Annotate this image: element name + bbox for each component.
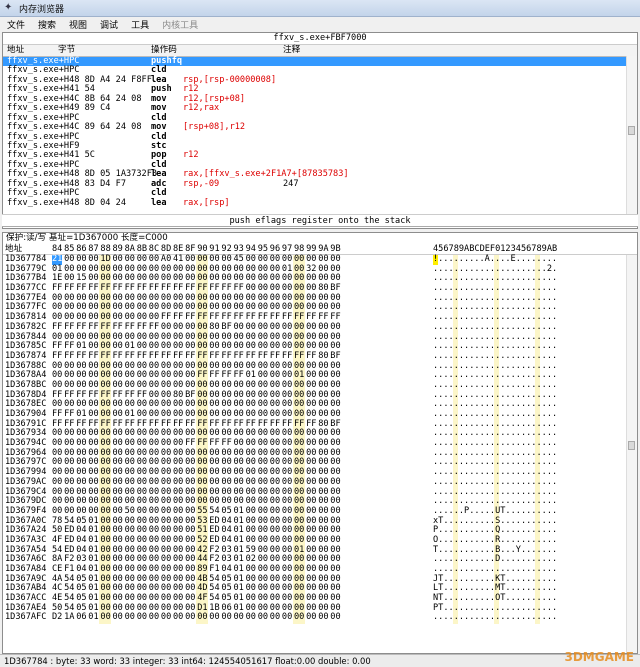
hex-header-column: 84 xyxy=(52,244,63,254)
hex-byte[interactable]: 00 xyxy=(282,613,292,623)
hex-byte[interactable]: 00 xyxy=(330,613,340,623)
title-bar: ✦ 内存浏览器 xyxy=(0,0,640,17)
hex-byte[interactable]: 00 xyxy=(306,613,316,623)
disasm-row[interactable]: ffxv_s.exe+HPC pushfq xyxy=(3,56,637,67)
hex-rows[interactable]: 1D367784 21 00 00 00 1D 00 00 00 00 A0 41 00 00 00 00 45… xyxy=(3,254,637,624)
hex-header-column: 88 xyxy=(100,244,111,254)
hex-scrollbar[interactable] xyxy=(626,255,637,653)
memory-region-info: 保护:读/写 基址=1D367000 长度=C000 xyxy=(6,233,168,243)
hex-byte[interactable]: 00 xyxy=(270,613,280,623)
app-icon: ✦ xyxy=(4,2,13,13)
disasm-row[interactable]: ffxv_s.exe+HPC cld xyxy=(3,132,637,142)
hex-byte[interactable]: D2 xyxy=(52,613,62,623)
disasm-operands: r12 xyxy=(183,150,199,161)
hex-byte[interactable]: 00 xyxy=(258,613,268,623)
disassembler-pane[interactable]: ffxv_s.exe+FBF7000 地址 字节 操作码 注释 ffxv_s.e… xyxy=(2,32,638,229)
hex-row[interactable]: 1D367AFC D2 1A 06 01 00 00 00 00 00 00 00 00 00 00 00 00… xyxy=(3,613,637,623)
hex-header-column: 95 xyxy=(257,244,269,254)
menu-item: 内核工具 xyxy=(162,21,199,31)
status-bar: 1D367784 : byte: 33 word: 33 integer: 33… xyxy=(0,654,640,667)
hex-byte[interactable]: 00 xyxy=(113,613,123,623)
hex-header-column: 8A xyxy=(124,244,135,254)
menu-bar: 文件 搜索 视图 调试 工具 内核工具 xyxy=(0,17,640,31)
hex-byte[interactable]: 00 xyxy=(137,613,147,623)
hex-header-column: 94 xyxy=(245,244,256,254)
disasm-row[interactable]: ffxv_s.exe+H48 8D A4 24 F8FF... lea rsp,[r… xyxy=(3,75,637,85)
hex-header-column: 89 xyxy=(112,244,123,254)
menu-item[interactable]: 工具 xyxy=(124,17,155,31)
watermark-logo: 3DMGAME xyxy=(564,650,634,664)
hex-byte[interactable]: 00 xyxy=(197,613,207,623)
hex-byte[interactable]: 00 xyxy=(161,613,171,623)
ascii-text: ........................ xyxy=(433,612,558,623)
hex-row-address: 1D367AFC xyxy=(5,612,47,623)
hex-header-column: 92 xyxy=(221,244,232,254)
scrollbar-thumb[interactable] xyxy=(628,441,635,450)
hex-header-column: 8E xyxy=(173,244,184,254)
disasm-address: ffxv_s.exe+H48 8D 04 24 xyxy=(7,197,126,208)
hex-header-column: 8B xyxy=(136,244,148,254)
hex-byte[interactable]: 00 xyxy=(100,613,110,623)
header-opcode[interactable]: 操作码 xyxy=(151,45,177,56)
disasm-row[interactable]: ffxv_s.exe+H49 89 C4 mov r12,rax xyxy=(3,103,637,114)
disassembly-list[interactable]: ffxv_s.exe+HPC pushfq ffxv_s.exe+HPC cld ffx… xyxy=(3,56,637,208)
hex-byte[interactable]: 00 xyxy=(318,613,328,623)
hex-header-column: 85 xyxy=(64,244,75,254)
hex-view-pane[interactable]: 保护:读/写 基址=1D367000 长度=C000 地址 84 85 86 87 88 8… xyxy=(2,232,638,654)
hex-header-column: 98 xyxy=(294,244,305,254)
header-comment[interactable]: 注释 xyxy=(283,45,300,56)
hex-byte[interactable]: 00 xyxy=(209,613,219,623)
hex-byte[interactable]: 00 xyxy=(234,613,244,623)
hex-header-column: 97 xyxy=(281,244,293,254)
disasm-row[interactable]: ffxv_s.exe+H48 83 D4 F7 adc rsp,-09 247 xyxy=(3,178,637,189)
hex-byte[interactable]: 1A xyxy=(64,613,74,623)
instruction-description: push eflags register onto the stack xyxy=(2,214,638,227)
disassembler-title: ffxv_s.exe+FBF7000 xyxy=(3,33,637,45)
menu-item[interactable]: 视图 xyxy=(62,17,93,31)
hex-header-column: 9A xyxy=(318,244,329,254)
menu-item[interactable]: 调试 xyxy=(93,17,124,31)
disasm-operands: r12,rax xyxy=(183,103,220,114)
disasm-comment: 247 xyxy=(283,178,299,189)
menu-item[interactable]: 文件 xyxy=(0,17,31,31)
disasm-operands: [rsp+08],r12 xyxy=(183,122,246,133)
hex-header-column: 96 xyxy=(269,244,281,254)
disasm-row[interactable]: ffxv_s.exe+H4C 89 64 24 08 mov [rsp+08],r1… xyxy=(3,122,637,133)
hex-header-column: 8D xyxy=(160,244,172,254)
hex-header-column: 99 xyxy=(306,244,317,254)
disasm-operands: rsp,-09 xyxy=(183,178,220,189)
hex-byte[interactable]: 01 xyxy=(88,613,98,623)
hex-header-column: 8C xyxy=(148,244,160,254)
hex-header-column: 86 xyxy=(76,244,87,254)
hex-byte[interactable]: 00 xyxy=(125,613,135,623)
hex-byte[interactable]: 00 xyxy=(185,613,195,623)
disassembler-header: 地址 字节 操作码 注释 xyxy=(3,45,637,57)
hex-header-column: 87 xyxy=(88,244,99,254)
hex-byte[interactable]: 00 xyxy=(149,613,159,623)
disasm-row[interactable]: ffxv_s.exe+H41 5C pop r12 xyxy=(3,150,637,161)
header-bytes[interactable]: 字节 xyxy=(58,45,75,56)
hex-header-column: 9B xyxy=(330,244,341,254)
disasm-row[interactable]: ffxv_s.exe+H48 8D 04 24 lea rax,[rsp] xyxy=(3,197,637,208)
hex-header-column: 91 xyxy=(209,244,220,254)
hex-header-column: 93 xyxy=(233,244,244,254)
scrollbar-thumb[interactable] xyxy=(628,126,635,135)
menu-item[interactable]: 搜索 xyxy=(31,17,62,31)
header-address[interactable]: 地址 xyxy=(7,45,24,56)
hex-header-column: 8F xyxy=(185,244,196,254)
hex-byte[interactable]: 06 xyxy=(76,613,86,623)
disasm-opcode: lea xyxy=(151,197,167,208)
hex-byte[interactable]: 00 xyxy=(294,613,304,623)
hex-byte[interactable]: 00 xyxy=(221,613,231,623)
disasm-operands: rax,[rsp] xyxy=(183,197,230,208)
window-title: 内存浏览器 xyxy=(19,5,65,15)
hex-byte[interactable]: 00 xyxy=(246,613,256,623)
hex-header-ascii: 456789ABCDEF0123456789AB xyxy=(433,244,558,254)
hex-byte[interactable]: 00 xyxy=(173,613,183,623)
hex-header-column: 90 xyxy=(197,244,208,254)
disasm-row[interactable]: ffxv_s.exe+HF9 stc xyxy=(3,141,637,151)
disassembler-scrollbar[interactable] xyxy=(626,56,637,214)
hex-header-address: 地址 xyxy=(5,244,23,254)
